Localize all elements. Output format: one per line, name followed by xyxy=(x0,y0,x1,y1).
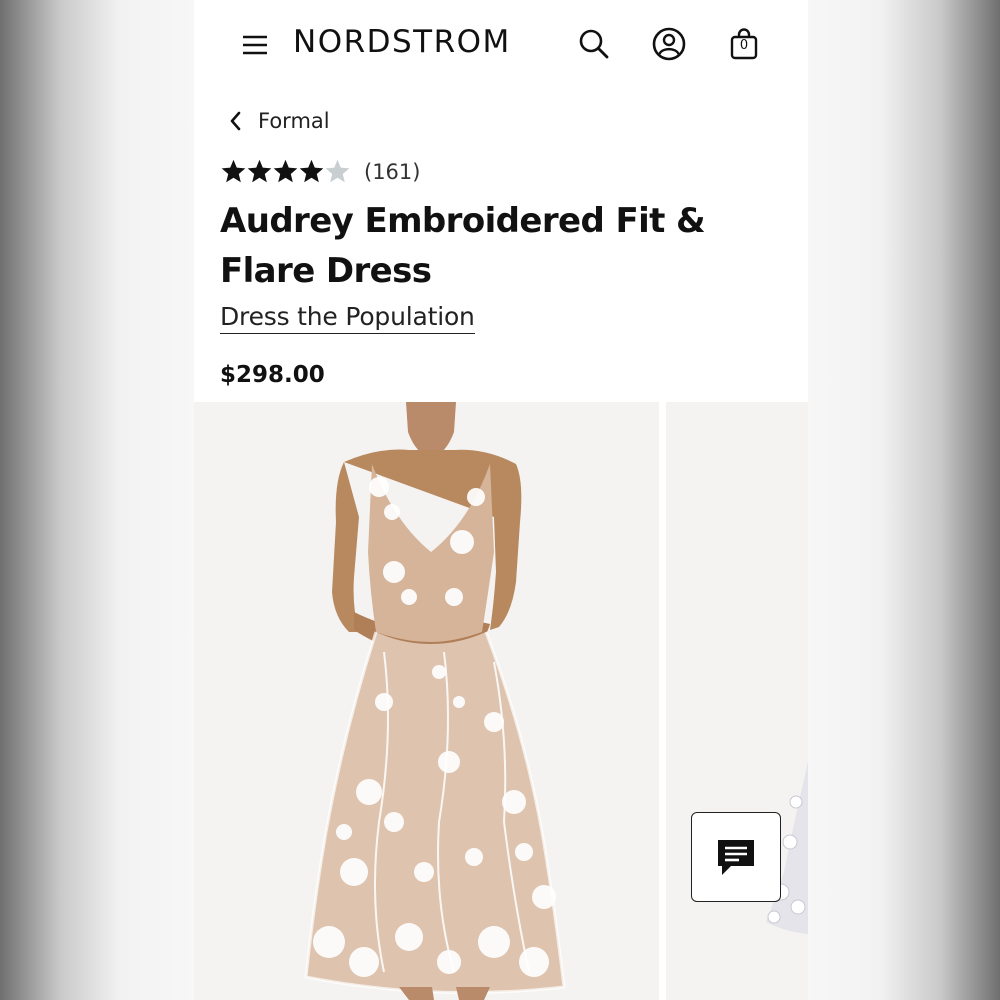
dress-side-photo xyxy=(766,762,808,934)
dress-front-photo xyxy=(304,402,566,1000)
review-count: (161) xyxy=(364,159,421,184)
star-rating xyxy=(220,158,350,185)
menu-icon[interactable] xyxy=(240,30,270,60)
star-empty-icon xyxy=(325,159,350,183)
star-filled-icon xyxy=(273,159,298,183)
search-icon[interactable] xyxy=(576,26,612,62)
shopping-bag-button[interactable]: 0 xyxy=(726,26,762,62)
nordstrom-logo[interactable]: NORDSTROM xyxy=(293,24,511,60)
breadcrumb-label: Formal xyxy=(258,109,330,133)
star-filled-icon xyxy=(221,159,246,183)
site-header: NORDSTROM 0 xyxy=(194,0,808,92)
product-price: $298.00 xyxy=(220,362,325,388)
star-filled-icon xyxy=(299,159,324,183)
chat-button[interactable] xyxy=(691,812,781,902)
breadcrumb[interactable]: Formal xyxy=(228,106,330,136)
star-filled-icon xyxy=(247,159,272,183)
rating-summary[interactable]: (161) xyxy=(220,158,420,185)
account-icon[interactable] xyxy=(651,26,687,62)
product-image-main[interactable] xyxy=(194,402,659,1000)
image-gallery[interactable] xyxy=(194,402,808,1000)
product-page: NORDSTROM 0 Formal (161) Audrey Embroide… xyxy=(194,0,808,1000)
bag-count: 0 xyxy=(739,38,749,53)
chat-icon xyxy=(718,840,754,875)
product-image-next[interactable] xyxy=(666,402,808,1000)
brand-link[interactable]: Dress the Population xyxy=(220,302,475,334)
product-title: Audrey Embroidered Fit & Flare Dress xyxy=(220,201,706,291)
chevron-left-icon xyxy=(230,111,241,131)
